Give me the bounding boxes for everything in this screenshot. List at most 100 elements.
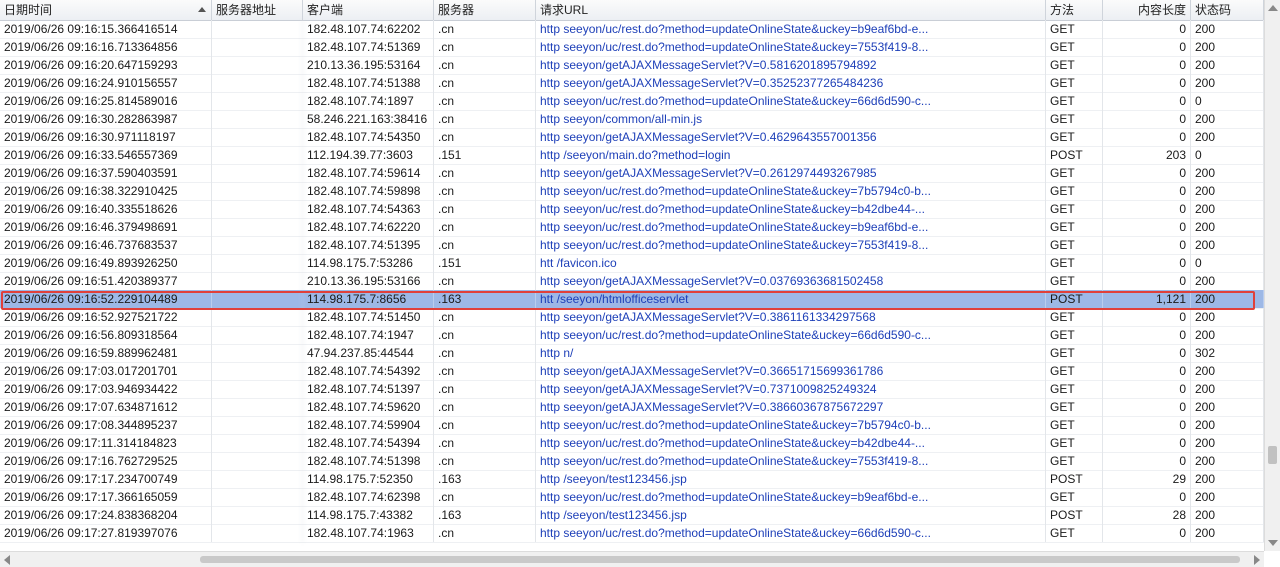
cell-method: GET (1046, 362, 1103, 380)
table-row[interactable]: 2019/06/26 09:17:17.234700749 114.98.175.… (0, 470, 1264, 489)
cell-content-length: 0 (1103, 38, 1191, 56)
table-row[interactable]: 2019/06/26 09:16:46.379498691 182.48.107.… (0, 218, 1264, 237)
column-header-method[interactable]: 方法 (1046, 0, 1103, 20)
cell-method: GET (1046, 38, 1103, 56)
cell-time: 2019/06/26 09:16:59.889962481 (0, 344, 212, 362)
cell-url: http seeyon/getAJAXMessageServlet?V=0.73… (536, 380, 1046, 398)
cell-time: 2019/06/26 09:17:08.344895237 (0, 416, 212, 434)
scroll-left-icon[interactable] (4, 555, 10, 565)
table-row[interactable]: 2019/06/26 09:17:27.819397076 182.48.107.… (0, 524, 1264, 543)
table-row[interactable]: 2019/06/26 09:16:38.322910425 182.48.107.… (0, 182, 1264, 201)
cell-status: 200 (1191, 272, 1264, 290)
cell-client: 114.98.175.7:53286 (303, 254, 434, 272)
cell-server: .151 (434, 146, 536, 164)
table-row[interactable]: 2019/06/26 09:17:03.946934422 182.48.107.… (0, 380, 1264, 399)
vertical-scrollbar[interactable] (1264, 0, 1280, 551)
cell-time: 2019/06/26 09:17:17.366165059 (0, 488, 212, 506)
cell-url: http n/ (536, 344, 1046, 362)
table-row[interactable]: 2019/06/26 09:16:25.814589016 182.48.107.… (0, 92, 1264, 111)
table-row[interactable]: 2019/06/26 09:17:07.634871612 182.48.107.… (0, 398, 1264, 417)
cell-status: 200 (1191, 290, 1264, 308)
table-row[interactable]: 2019/06/26 09:16:37.590403591 182.48.107.… (0, 164, 1264, 183)
table-row[interactable]: 2019/06/26 09:16:56.809318564 182.48.107.… (0, 326, 1264, 345)
table-row[interactable]: 2019/06/26 09:17:17.366165059 182.48.107.… (0, 488, 1264, 507)
cell-time: 2019/06/26 09:16:46.737683537 (0, 236, 212, 254)
cell-client: 182.48.107.74:62220 (303, 218, 434, 236)
cell-status: 200 (1191, 488, 1264, 506)
cell-method: POST (1046, 290, 1103, 308)
table-row[interactable]: 2019/06/26 09:16:33.546557369 112.194.39.… (0, 146, 1264, 165)
cell-client: 182.48.107.74:51388 (303, 74, 434, 92)
table-row[interactable]: 2019/06/26 09:17:11.314184823 182.48.107.… (0, 434, 1264, 453)
cell-content-length: 0 (1103, 398, 1191, 416)
cell-status: 0 (1191, 146, 1264, 164)
table-row[interactable]: 2019/06/26 09:16:20.647159293 210.13.36.1… (0, 56, 1264, 75)
horizontal-scrollbar[interactable] (0, 551, 1264, 567)
cell-server-address (212, 452, 303, 470)
table-row[interactable]: 2019/06/26 09:16:24.910156557 182.48.107.… (0, 74, 1264, 93)
table-row[interactable]: 2019/06/26 09:16:46.737683537 182.48.107.… (0, 236, 1264, 255)
table-row[interactable]: 2019/06/26 09:16:52.927521722 182.48.107.… (0, 308, 1264, 327)
cell-status: 200 (1191, 56, 1264, 74)
table-row[interactable]: 2019/06/26 09:17:03.017201701 182.48.107.… (0, 362, 1264, 381)
cell-content-length: 0 (1103, 182, 1191, 200)
cell-content-length: 0 (1103, 20, 1191, 38)
table-row[interactable]: 2019/06/26 09:16:16.713364856 182.48.107.… (0, 38, 1264, 57)
cell-server: .cn (434, 200, 536, 218)
scroll-up-icon[interactable] (1268, 5, 1278, 11)
scroll-down-icon[interactable] (1268, 540, 1278, 546)
cell-server-address (212, 128, 303, 146)
table-row[interactable]: 2019/06/26 09:16:15.366416514 182.48.107.… (0, 20, 1264, 39)
column-header-time[interactable]: 日期时间 (0, 0, 212, 20)
cell-client: 182.48.107.74:54363 (303, 200, 434, 218)
cell-method: POST (1046, 470, 1103, 488)
cell-method: GET (1046, 416, 1103, 434)
cell-content-length: 0 (1103, 380, 1191, 398)
cell-content-length: 0 (1103, 344, 1191, 362)
table-row[interactable]: 2019/06/26 09:16:59.889962481 47.94.237.8… (0, 344, 1264, 363)
column-header-server-address[interactable]: 服务器地址 (212, 0, 303, 20)
table-row[interactable]: 2019/06/26 09:16:51.420389377 210.13.36.1… (0, 272, 1264, 291)
table-row[interactable]: 2019/06/26 09:16:30.282863987 58.246.221.… (0, 110, 1264, 129)
cell-time: 2019/06/26 09:16:56.809318564 (0, 326, 212, 344)
column-header-url[interactable]: 请求URL (536, 0, 1046, 20)
cell-content-length: 0 (1103, 326, 1191, 344)
table-row[interactable]: 2019/06/26 09:16:30.971118197 182.48.107.… (0, 128, 1264, 147)
cell-status: 200 (1191, 182, 1264, 200)
scroll-right-icon[interactable] (1254, 555, 1260, 565)
cell-server: .cn (434, 416, 536, 434)
column-header-status[interactable]: 状态码 (1191, 0, 1264, 20)
column-header-server[interactable]: 服务器 (434, 0, 536, 20)
cell-content-length: 28 (1103, 506, 1191, 524)
cell-client: 210.13.36.195:53166 (303, 272, 434, 290)
cell-method: POST (1046, 146, 1103, 164)
cell-status: 200 (1191, 398, 1264, 416)
table-row[interactable]: 2019/06/26 09:17:08.344895237 182.48.107.… (0, 416, 1264, 435)
table-row[interactable]: 2019/06/26 09:17:16.762729525 182.48.107.… (0, 452, 1264, 471)
cell-content-length: 203 (1103, 146, 1191, 164)
cell-server: .cn (434, 74, 536, 92)
cell-method: GET (1046, 218, 1103, 236)
table-row-selected[interactable]: 2019/06/26 09:16:52.229104489 114.98.175.… (0, 290, 1264, 309)
horizontal-scroll-thumb[interactable] (200, 556, 1240, 563)
table-row[interactable]: 2019/06/26 09:17:24.838368204 114.98.175.… (0, 506, 1264, 525)
cell-server-address (212, 56, 303, 74)
cell-server: .cn (434, 128, 536, 146)
cell-content-length: 0 (1103, 416, 1191, 434)
cell-time: 2019/06/26 09:16:52.927521722 (0, 308, 212, 326)
cell-status: 200 (1191, 506, 1264, 524)
cell-server-address (212, 434, 303, 452)
cell-client: 182.48.107.74:54392 (303, 362, 434, 380)
table-row[interactable]: 2019/06/26 09:16:40.335518626 182.48.107.… (0, 200, 1264, 219)
cell-content-length: 0 (1103, 218, 1191, 236)
cell-content-length: 0 (1103, 524, 1191, 542)
cell-method: GET (1046, 200, 1103, 218)
table-row[interactable]: 2019/06/26 09:16:49.893926250 114.98.175.… (0, 254, 1264, 273)
cell-url: http seeyon/uc/rest.do?method=updateOnli… (536, 452, 1046, 470)
cell-server: .cn (434, 20, 536, 38)
column-header-client[interactable]: 客户端 (303, 0, 434, 20)
cell-method: GET (1046, 488, 1103, 506)
vertical-scroll-thumb[interactable] (1268, 446, 1277, 464)
cell-content-length: 0 (1103, 272, 1191, 290)
column-header-content-length[interactable]: 内容长度 (1103, 0, 1191, 20)
